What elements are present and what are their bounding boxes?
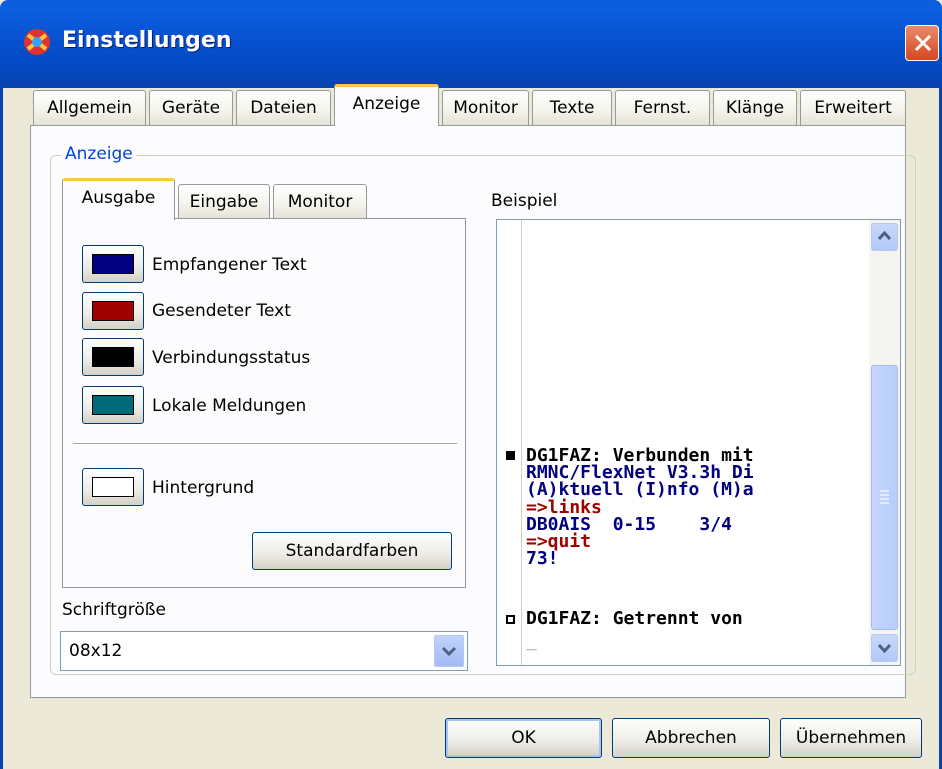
marker-boxed-icon [506,615,515,624]
tab-texte[interactable]: Texte [532,90,612,125]
dropdown-button[interactable] [434,635,464,667]
cancel-button[interactable]: Abbrechen [612,718,770,758]
grip-icon [880,490,889,504]
color-button-status[interactable] [82,338,144,376]
preview-label: Beispiel [491,191,558,211]
tab-erweitert[interactable]: Erweitert [800,90,906,125]
color-button-local[interactable] [82,386,144,424]
ok-button[interactable]: OK [445,718,602,758]
tab-allgemein[interactable]: Allgemein [33,90,146,125]
color-label-received: Empfangener Text [152,255,307,275]
preview-gutter [497,220,522,665]
tab-anzeige[interactable]: Anzeige [334,84,439,126]
color-swatch [92,254,134,274]
color-button-sent[interactable] [82,292,144,330]
color-button-received[interactable] [82,245,144,283]
apply-button[interactable]: Übernehmen [780,718,922,758]
preview-cursor: _ [526,630,537,651]
tab-fernst[interactable]: Fernst. [615,90,710,125]
scroll-thumb[interactable] [871,365,898,630]
color-label-local: Lokale Meldungen [152,396,307,416]
group-label: Anzeige [62,144,136,164]
close-icon [914,34,932,52]
chevron-down-icon [877,643,892,654]
marker-filled-icon [506,451,515,460]
standard-colors-button[interactable]: Standardfarben [252,532,452,570]
color-label-sent: Gesendeter Text [152,301,291,321]
preview-line: (A)ktuell (I)nfo (M)a [526,479,754,500]
color-swatch [92,301,134,321]
preview-scrollbar[interactable] [869,220,900,665]
font-size-select[interactable]: 08x12 [60,631,468,671]
color-swatch [92,347,134,367]
preview-line: 73! [526,548,559,569]
window-title: Einstellungen [62,28,232,53]
inner-tab-ausgabe[interactable]: Ausgabe [62,178,175,220]
chevron-down-icon [441,646,457,657]
color-label-status: Verbindungsstatus [152,348,311,368]
preview-area: DG1FAZ: Verbunden mit RMNC/FlexNet V3.3h… [496,219,901,666]
inner-tab-eingabe[interactable]: Eingabe [178,184,270,219]
tab-geraete[interactable]: Geräte [149,90,233,125]
font-size-value: 08x12 [69,641,123,661]
app-icon [24,29,50,55]
inner-tab-monitor[interactable]: Monitor [273,184,367,219]
title-bar[interactable]: Einstellungen [0,0,942,88]
tab-dateien[interactable]: Dateien [236,90,331,125]
color-button-background[interactable] [82,468,144,506]
tab-monitor[interactable]: Monitor [442,90,529,125]
chevron-up-icon [877,230,892,241]
font-size-label: Schriftgröße [62,600,166,620]
preview-line: DG1FAZ: Getrennt von [526,608,743,629]
scroll-down-button[interactable] [871,634,898,662]
tab-klaenge[interactable]: Klänge [713,90,797,125]
color-label-background: Hintergrund [152,478,255,498]
divider [73,443,457,445]
color-swatch [92,477,134,497]
scroll-up-button[interactable] [871,223,898,251]
color-swatch [92,395,134,415]
close-button[interactable] [905,25,939,61]
